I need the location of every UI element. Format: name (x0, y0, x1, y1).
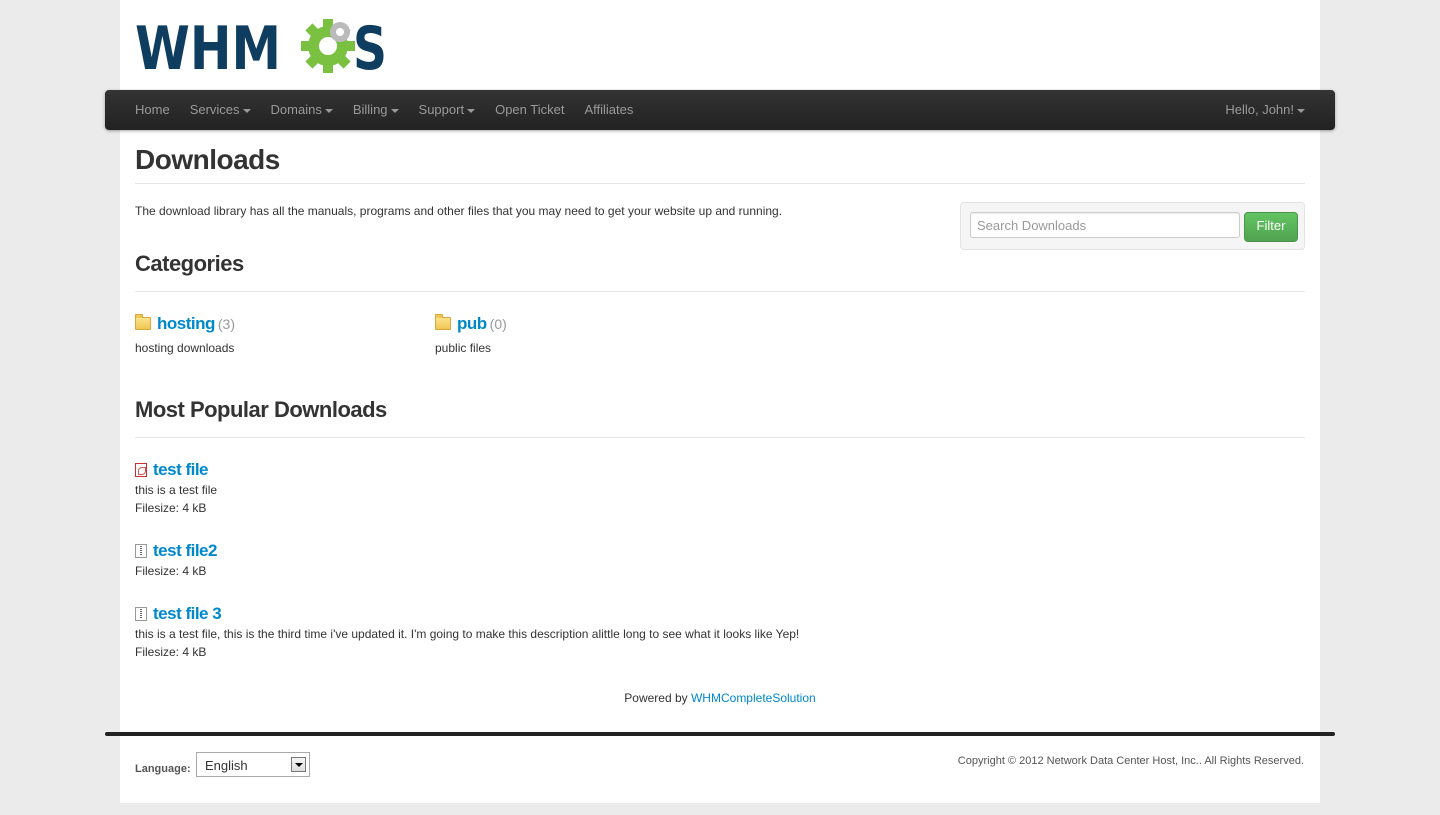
search-form: Filter (960, 202, 1305, 250)
zip-file-icon (135, 544, 147, 558)
caret-down-icon (1297, 108, 1305, 113)
download-link[interactable]: test file 3 (153, 604, 222, 624)
nav-menu: Home Services Domains Billing Support Op… (125, 90, 643, 130)
nav-support[interactable]: Support (409, 90, 486, 130)
logo-graphic: WHM S (135, 14, 387, 84)
download-filesize: Filesize: 4 kB (135, 645, 207, 659)
svg-text:S: S (353, 14, 385, 76)
nav-home[interactable]: Home (125, 90, 180, 130)
popular-downloads-heading: Most Popular Downloads (135, 397, 387, 422)
title-divider (135, 183, 1305, 184)
caret-down-icon (467, 108, 476, 113)
download-link[interactable]: test file (153, 460, 209, 480)
language-value: English (205, 758, 248, 773)
download-description: this is a test file, this is the third t… (135, 627, 800, 641)
footer-divider (105, 732, 1335, 736)
download-link[interactable]: test file2 (153, 541, 217, 561)
language-label: Language: (135, 763, 191, 775)
pdf-file-icon (135, 463, 147, 477)
download-filesize: Filesize: 4 kB (135, 564, 207, 578)
site-logo[interactable]: WHM S (135, 14, 387, 84)
category-description: hosting downloads (135, 341, 235, 355)
language-select[interactable]: English (196, 752, 310, 777)
download-filesize: Filesize: 4 kB (135, 501, 207, 515)
category-item-pub: pub (0) public files (435, 313, 507, 355)
zip-file-icon (135, 607, 147, 621)
download-item: test file2 Filesize: 4 kB (135, 540, 217, 580)
folder-icon (435, 313, 451, 330)
category-count: (3) (217, 316, 236, 332)
powered-by: Powered by WHMCompleteSolution (120, 691, 1320, 705)
category-link[interactable]: hosting (157, 314, 215, 334)
svg-text:WHM: WHM (135, 14, 281, 76)
powered-by-text: Powered by (624, 691, 691, 705)
nav-services[interactable]: Services (180, 90, 261, 130)
nav-billing[interactable]: Billing (343, 90, 409, 130)
nav-affiliates[interactable]: Affiliates (574, 90, 643, 130)
folder-icon (135, 313, 151, 330)
gear-icon (301, 19, 355, 73)
filter-button[interactable]: Filter (1244, 212, 1298, 242)
search-input[interactable] (970, 212, 1240, 238)
popular-divider (135, 437, 1305, 438)
caret-down-icon (390, 108, 399, 113)
nav-user-menu[interactable]: Hello, John! (1215, 90, 1315, 130)
download-description: this is a test file (135, 483, 218, 497)
intro-text: The download library has all the manuals… (135, 204, 783, 218)
categories-divider (135, 291, 1305, 292)
main-navbar: Home Services Domains Billing Support Op… (105, 90, 1335, 130)
caret-down-icon (324, 108, 333, 113)
copyright-text: Copyright © 2012 Network Data Center Hos… (957, 755, 1304, 767)
page-title: Downloads (135, 144, 280, 175)
dropdown-arrow-icon[interactable] (291, 757, 306, 772)
download-item: test file 3 this is a test file, this is… (135, 603, 799, 661)
nav-open-ticket[interactable]: Open Ticket (485, 90, 574, 130)
category-count: (0) (489, 316, 507, 332)
categories-heading: Categories (135, 251, 244, 276)
download-item: test file this is a test file Filesize: … (135, 459, 217, 517)
powered-by-link[interactable]: WHMCompleteSolution (691, 691, 816, 705)
category-item-hosting: hosting (3) hosting downloads (135, 313, 235, 355)
caret-down-icon (242, 108, 251, 113)
nav-domains[interactable]: Domains (261, 90, 343, 130)
category-description: public files (435, 341, 492, 355)
category-link[interactable]: pub (457, 314, 487, 334)
